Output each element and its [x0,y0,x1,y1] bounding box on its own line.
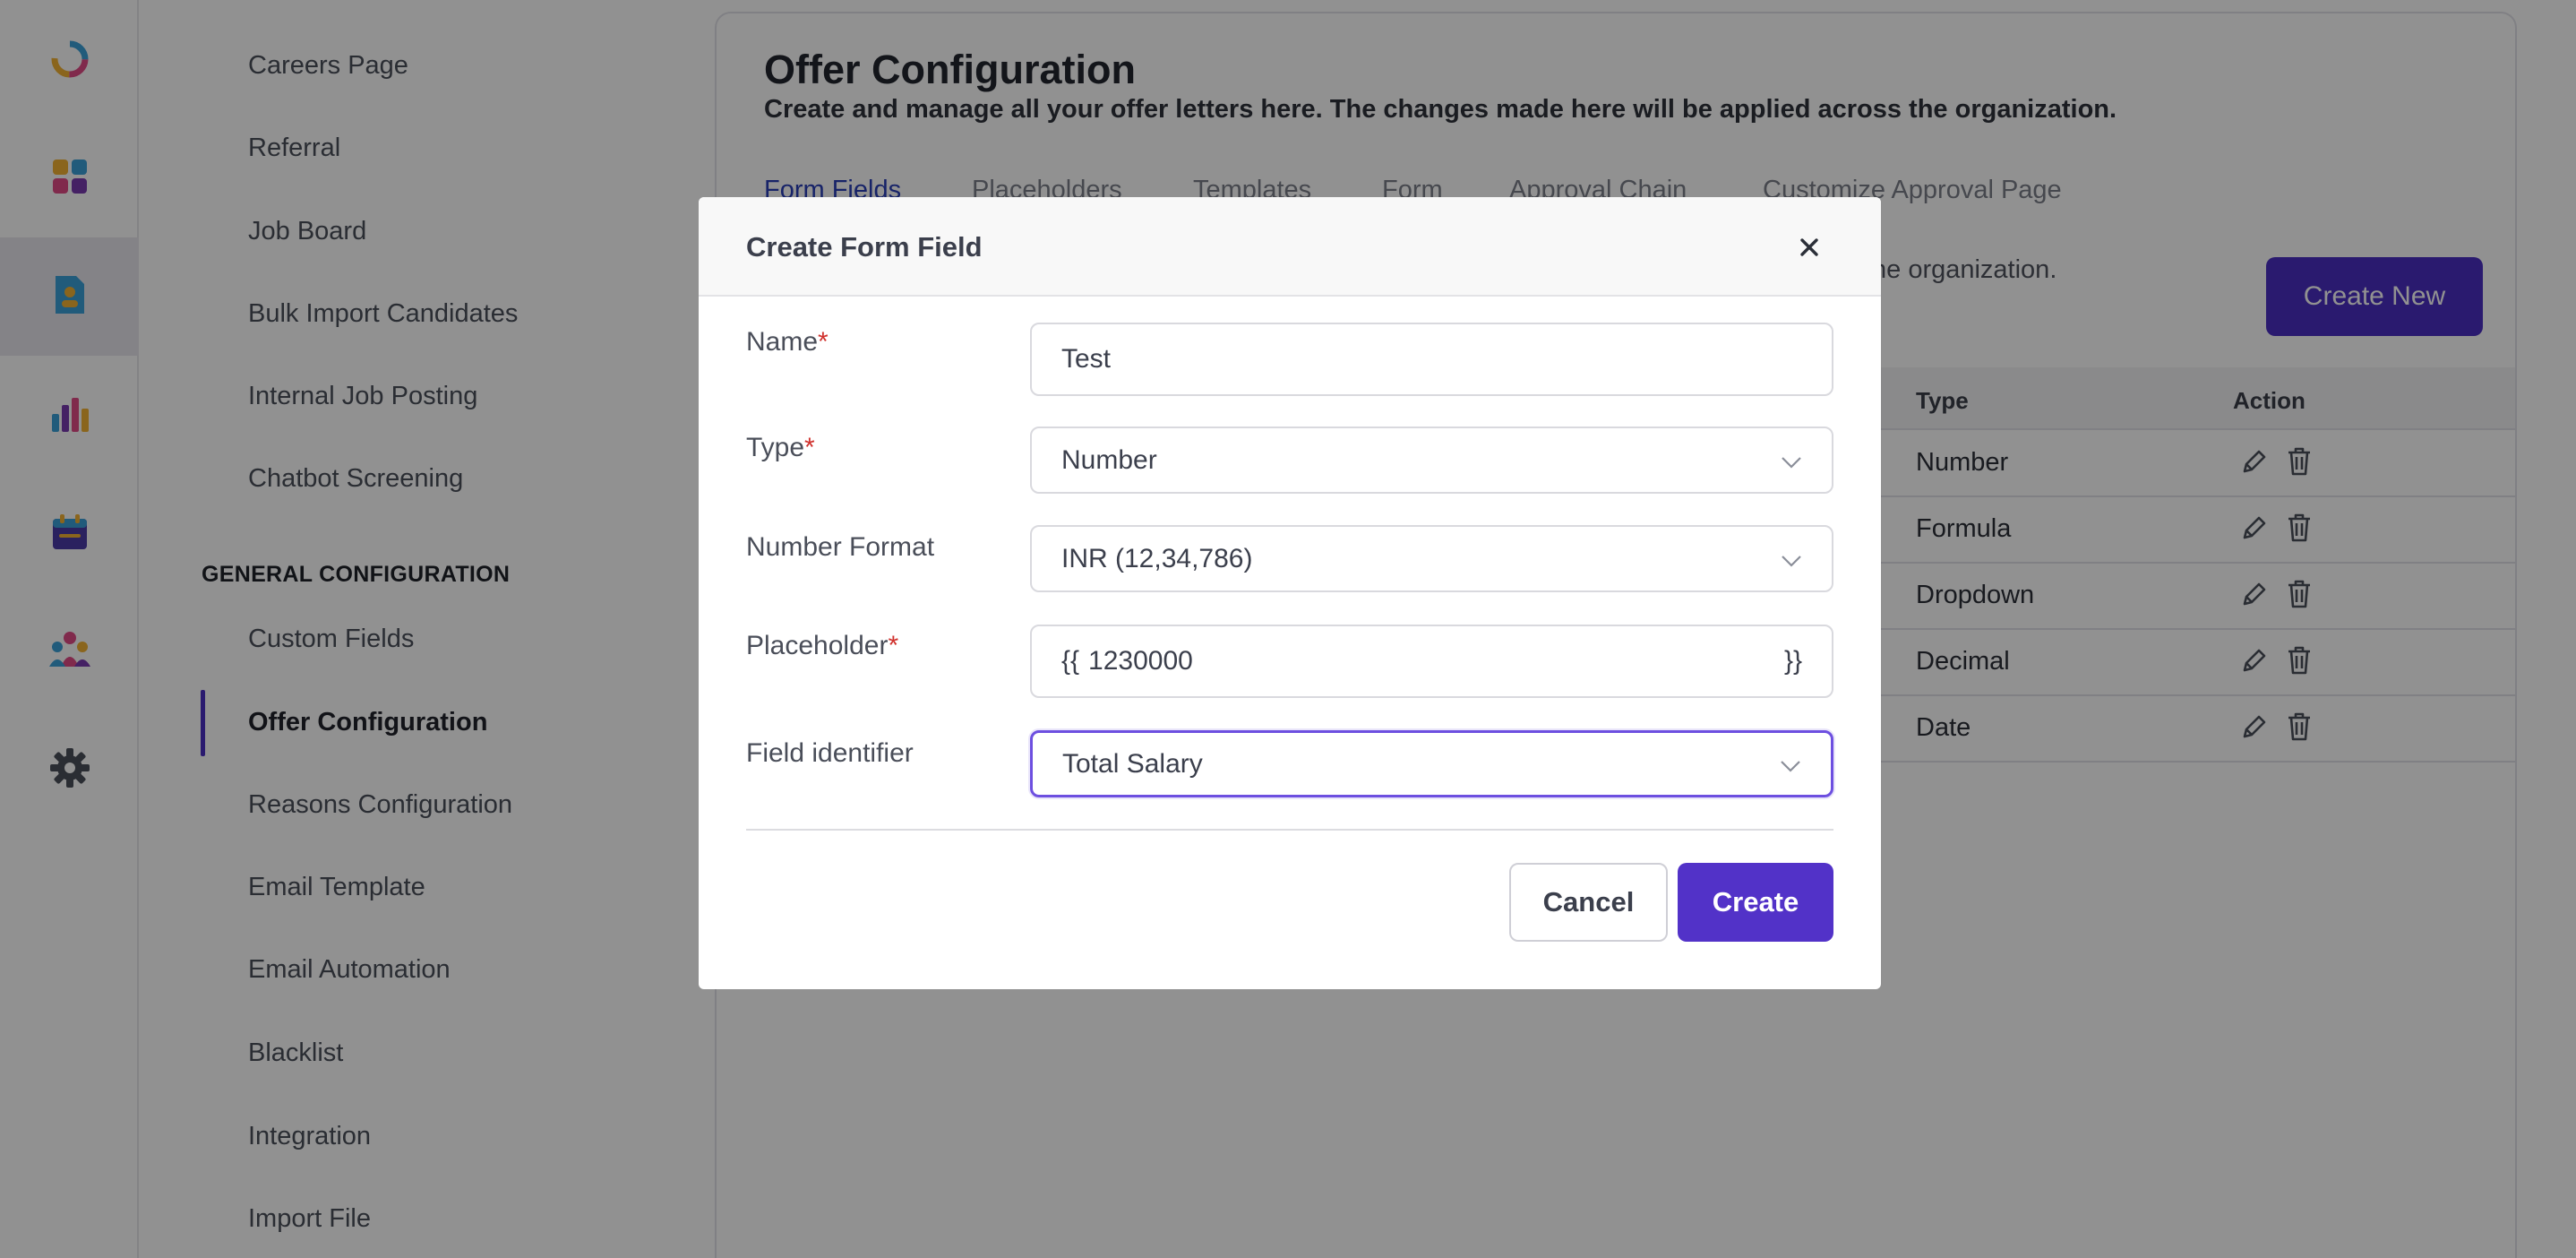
close-icon [1799,237,1820,261]
chevron-down-icon [1781,445,1802,476]
chevron-down-icon [1780,749,1801,780]
number-format-select-value: INR (12,34,786) [1061,543,1253,573]
placeholder-prefix: {{ [1061,646,1080,676]
placeholder-suffix: }} [1783,646,1802,676]
create-button[interactable]: Create [1678,863,1833,942]
placeholder-label-text: Placeholder [746,631,889,660]
close-button[interactable] [1787,226,1832,271]
name-field[interactable] [1030,323,1833,396]
type-label-text: Type [746,433,805,462]
modal-title: Create Form Field [746,231,983,263]
name-label: Name* [746,327,829,358]
placeholder-input-group: {{ [1061,646,1784,676]
number-format-select[interactable]: INR (12,34,786) [1030,525,1833,592]
type-label: Type* [746,433,815,463]
type-select-value: Number [1061,444,1157,475]
field-identifier-select[interactable]: Total Salary [1030,730,1833,797]
name-label-text: Name [746,327,819,357]
field-identifier-label: Field identifier [746,738,914,768]
chevron-down-icon [1781,544,1802,574]
field-identifier-select-value: Total Salary [1062,748,1203,779]
required-asterisk: * [804,433,815,462]
create-form-field-modal: Create Form Field Name* Type* Number Num… [699,197,1881,989]
required-asterisk: * [888,631,899,660]
placeholder-input[interactable] [1088,646,1784,676]
placeholder-label: Placeholder* [746,631,898,661]
type-select[interactable]: Number [1030,427,1833,494]
modal-divider [746,829,1833,831]
number-format-label: Number Format [746,532,935,562]
cancel-button[interactable]: Cancel [1509,863,1668,942]
required-asterisk: * [818,327,829,357]
placeholder-field[interactable]: {{ }} [1030,625,1833,698]
name-input[interactable] [1061,344,1802,375]
